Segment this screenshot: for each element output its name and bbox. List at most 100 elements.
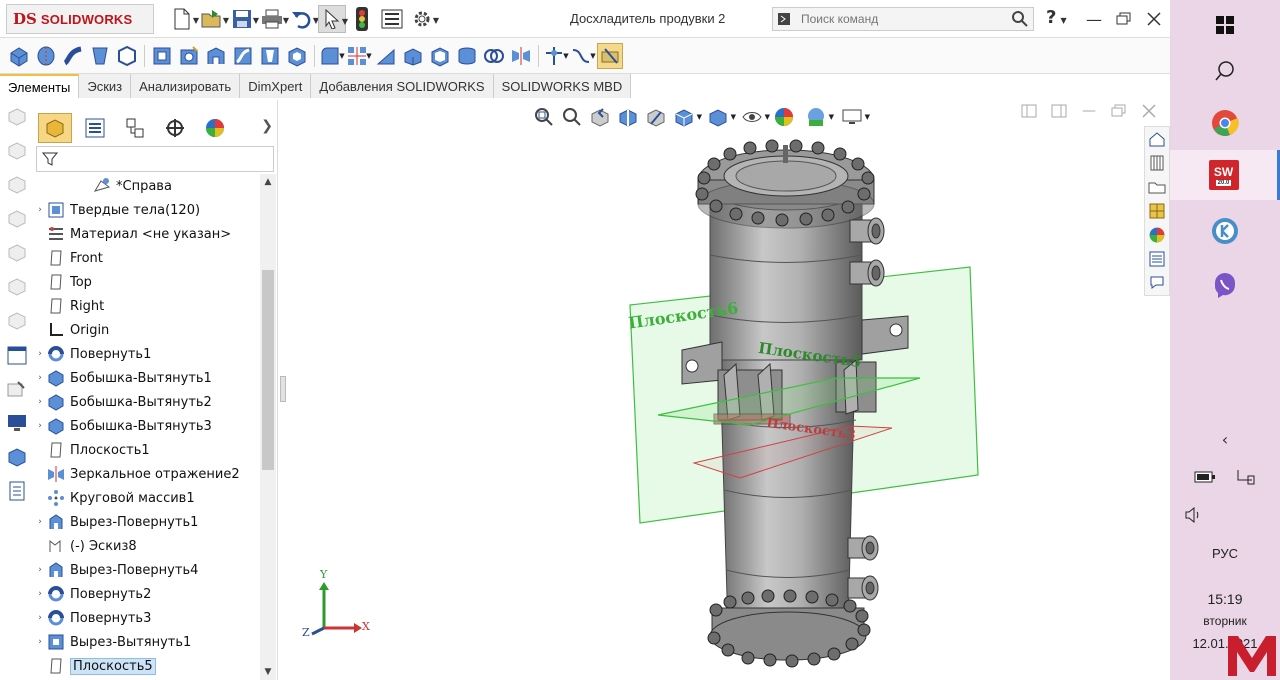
tree-item[interactable]: › Твердые тела(120) bbox=[34, 198, 200, 222]
display-manager-tab[interactable] bbox=[198, 113, 232, 143]
expand-arrow-icon[interactable]: › bbox=[34, 613, 46, 623]
viewport-minimize-icon[interactable]: — bbox=[1078, 100, 1100, 122]
tree-item[interactable]: Материал <не указан> bbox=[34, 222, 231, 246]
tree-item[interactable]: Зеркальное отражение2 bbox=[34, 462, 240, 486]
tree-item[interactable]: Right bbox=[34, 294, 104, 318]
zoom-to-fit-button[interactable] bbox=[532, 105, 556, 129]
revolved-cut-button[interactable] bbox=[203, 43, 229, 69]
tree-item[interactable]: › Вырез-Вытянуть1 bbox=[34, 630, 191, 654]
view-palette-tab[interactable] bbox=[1145, 199, 1169, 223]
tree-item[interactable]: Плоскость1 bbox=[34, 438, 150, 462]
tab-solidworks-addins[interactable]: Добавления SOLIDWORKS bbox=[311, 74, 494, 98]
input-language[interactable]: РУС bbox=[1170, 546, 1280, 561]
draft-button[interactable] bbox=[400, 43, 426, 69]
chevron-right-icon[interactable]: ❯ bbox=[261, 118, 273, 134]
close-button[interactable] bbox=[1140, 6, 1168, 32]
rebuild-button[interactable] bbox=[348, 5, 376, 33]
scrollbar-thumb[interactable] bbox=[262, 270, 274, 470]
extruded-boss-button[interactable] bbox=[6, 43, 32, 69]
solidworks-resources-tab[interactable] bbox=[1145, 127, 1169, 151]
rib-button[interactable] bbox=[373, 43, 399, 69]
undo-button[interactable]: ▼ bbox=[288, 5, 319, 33]
tree-filter[interactable] bbox=[36, 146, 274, 172]
model-3d-view[interactable] bbox=[600, 130, 980, 670]
left-tool-parts[interactable] bbox=[0, 440, 34, 474]
solidworks-taskbar-button[interactable]: SW 20.0 bbox=[1170, 150, 1280, 200]
tree-root[interactable]: *Справа bbox=[92, 174, 172, 198]
dynamic-annotation-button[interactable] bbox=[644, 105, 668, 129]
tree-item[interactable]: › Вырез-Повернуть4 bbox=[34, 558, 198, 582]
help-button[interactable]: ? ▼ bbox=[1046, 7, 1067, 28]
left-tool-calendar[interactable] bbox=[0, 338, 34, 372]
panel-collapse-handle[interactable] bbox=[280, 376, 286, 402]
tree-scrollbar[interactable]: ▲ ▼ bbox=[260, 174, 276, 680]
zoom-to-area-button[interactable] bbox=[560, 105, 584, 129]
tree-item[interactable]: Круговой массив1 bbox=[34, 486, 195, 510]
print-button[interactable]: ▼ bbox=[258, 5, 289, 33]
file-properties-button[interactable] bbox=[378, 5, 406, 33]
display-style-button[interactable]: ▼ bbox=[706, 105, 736, 129]
new-document-button[interactable]: ▼ bbox=[168, 5, 199, 33]
expand-arrow-icon[interactable]: › bbox=[34, 637, 46, 647]
curves-button[interactable]: ▼ bbox=[570, 43, 596, 69]
open-document-button[interactable]: ▼ bbox=[198, 5, 229, 33]
tree-item[interactable]: › Бобышка-Вытянуть2 bbox=[34, 390, 212, 414]
start-button[interactable] bbox=[1170, 0, 1280, 50]
expand-arrow-icon[interactable]: › bbox=[34, 421, 46, 431]
appearances-tab[interactable] bbox=[1145, 223, 1169, 247]
tab-solidworks-mbd[interactable]: SOLIDWORKS MBD bbox=[493, 74, 632, 98]
left-tool-document[interactable] bbox=[0, 474, 34, 508]
viewport-restore-icon[interactable] bbox=[1108, 100, 1130, 122]
graphics-area[interactable]: — ▼ ▼ ▼ ▼ ▼ Плоскость6 Плоскость5 Плоско… bbox=[280, 100, 1170, 680]
tree-item[interactable]: Плоскость5 bbox=[34, 654, 156, 678]
edit-appearance-button[interactable] bbox=[772, 105, 796, 129]
tree-item[interactable]: Origin bbox=[34, 318, 109, 342]
viber-taskbar-button[interactable] bbox=[1170, 260, 1280, 310]
tree-item[interactable]: › Бобышка-Вытянуть3 bbox=[34, 414, 212, 438]
swept-boss-button[interactable] bbox=[60, 43, 86, 69]
left-tool-4[interactable] bbox=[0, 202, 34, 236]
file-explorer-tab[interactable] bbox=[1145, 175, 1169, 199]
tree-item[interactable]: (-) Эскиз8 bbox=[34, 534, 137, 558]
property-manager-tab[interactable] bbox=[78, 113, 112, 143]
fillet-button[interactable]: ▼ bbox=[319, 43, 345, 69]
hole-wizard-button[interactable] bbox=[176, 43, 202, 69]
chrome-taskbar-button[interactable] bbox=[1170, 98, 1280, 148]
dimxpert-manager-tab[interactable] bbox=[158, 113, 192, 143]
section-view-button[interactable] bbox=[616, 105, 640, 129]
command-search[interactable] bbox=[772, 7, 1034, 31]
mirror-button[interactable] bbox=[508, 43, 534, 69]
custom-properties-tab[interactable] bbox=[1145, 247, 1169, 271]
expand-arrow-icon[interactable]: › bbox=[34, 565, 46, 575]
tab-features[interactable]: Элементы bbox=[0, 74, 80, 98]
left-tool-2[interactable] bbox=[0, 134, 34, 168]
save-button[interactable]: ▼ bbox=[228, 5, 259, 33]
expand-arrow-icon[interactable]: › bbox=[34, 373, 46, 383]
minimize-button[interactable]: — bbox=[1080, 6, 1108, 32]
forum-tab[interactable] bbox=[1145, 271, 1169, 295]
restore-button[interactable] bbox=[1110, 6, 1138, 32]
scroll-down-icon[interactable]: ▼ bbox=[260, 664, 276, 680]
network-icon[interactable] bbox=[1234, 468, 1256, 486]
expand-arrow-icon[interactable]: › bbox=[34, 589, 46, 599]
revolved-boss-button[interactable] bbox=[33, 43, 59, 69]
tree-item[interactable]: › Бобышка-Вытянуть1 bbox=[34, 366, 212, 390]
expand-arrow-icon[interactable]: › bbox=[34, 517, 46, 527]
left-tool-6[interactable] bbox=[0, 270, 34, 304]
view-orientation-button[interactable]: ▼ bbox=[672, 105, 702, 129]
scroll-up-icon[interactable]: ▲ bbox=[260, 174, 276, 190]
search-button[interactable] bbox=[1170, 46, 1280, 96]
volume-button[interactable] bbox=[1170, 490, 1280, 540]
tile-right-icon[interactable] bbox=[1048, 100, 1070, 122]
tab-sketch[interactable]: Эскиз bbox=[79, 74, 132, 98]
viewport-close-icon[interactable] bbox=[1138, 100, 1160, 122]
command-search-input[interactable] bbox=[795, 9, 1007, 29]
tree-item[interactable]: › Повернуть1 bbox=[34, 342, 151, 366]
shell-button[interactable] bbox=[427, 43, 453, 69]
expand-arrow-icon[interactable]: › bbox=[34, 205, 46, 215]
left-tool-edit[interactable] bbox=[0, 372, 34, 406]
select-button[interactable]: ▼ bbox=[318, 5, 348, 33]
view-settings-button[interactable]: ▼ bbox=[840, 105, 870, 129]
search-icon[interactable] bbox=[1007, 8, 1033, 30]
intersect-button[interactable] bbox=[481, 43, 507, 69]
